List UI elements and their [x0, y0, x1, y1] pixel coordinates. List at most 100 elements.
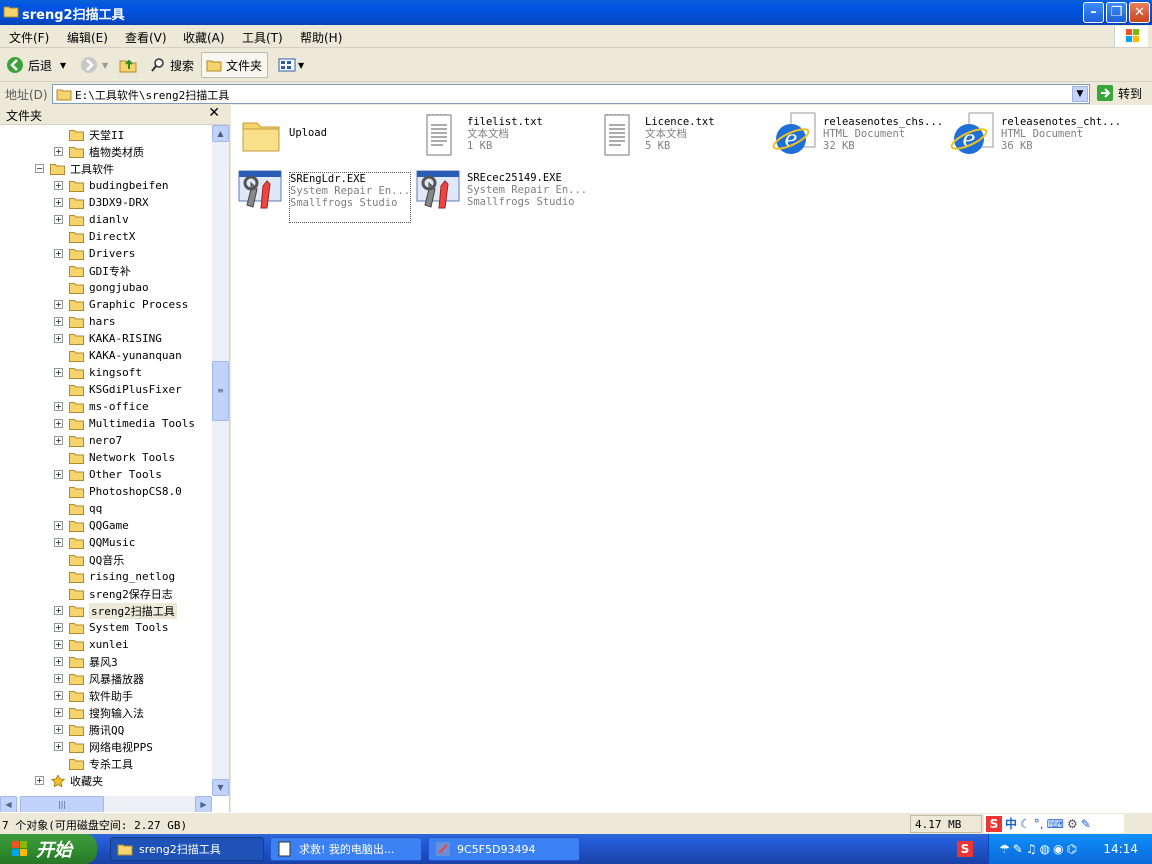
tree-item[interactable]: + KAKA-RISING: [54, 330, 162, 347]
expand-icon[interactable]: +: [54, 181, 63, 190]
tree-item[interactable]: + D3DX9-DRX: [54, 194, 149, 211]
views-button[interactable]: ▼: [278, 52, 304, 78]
back-button[interactable]: 后退 ▼: [6, 52, 66, 78]
menu-tools[interactable]: 工具(T): [242, 29, 283, 46]
tree-item[interactable]: GDI专补: [54, 262, 131, 279]
moon-icon[interactable]: ☾: [1020, 817, 1031, 831]
tree-item[interactable]: gongjubao: [54, 279, 149, 296]
tree-item[interactable]: + System Tools: [54, 619, 168, 636]
collapse-icon[interactable]: −: [35, 164, 44, 173]
minimize-button[interactable]: –: [1083, 2, 1104, 23]
file-item[interactable]: e releasenotes_cht... HTML Document 36 KB: [949, 111, 1121, 167]
sogou-tray-icon[interactable]: S: [957, 841, 973, 857]
tree-item[interactable]: + dianlv: [54, 211, 129, 228]
start-button[interactable]: 开始: [0, 834, 97, 864]
expand-icon[interactable]: +: [54, 606, 63, 615]
tree-item[interactable]: + 暴风3: [54, 653, 118, 670]
tree-item[interactable]: + QQMusic: [54, 534, 135, 551]
antivirus-icon[interactable]: ◉: [1053, 842, 1063, 856]
tree-item[interactable]: + sreng2扫描工具: [54, 602, 177, 619]
menu-file[interactable]: 文件(F): [9, 29, 49, 46]
tree-item[interactable]: + hars: [54, 313, 116, 330]
go-button[interactable]: 转到: [1096, 84, 1142, 102]
tree-item[interactable]: + 腾讯QQ: [54, 721, 124, 738]
address-dropdown-icon[interactable]: ▼: [1072, 86, 1088, 102]
scroll-right-icon[interactable]: ▶: [195, 796, 212, 813]
tree-item[interactable]: + kingsoft: [54, 364, 142, 381]
tree-item[interactable]: + 风暴播放器: [54, 670, 144, 687]
tree-item[interactable]: 专杀工具: [54, 755, 133, 772]
tree-item[interactable]: − 工具软件: [35, 160, 114, 177]
file-item[interactable]: e releasenotes_chs... HTML Document 32 KB: [771, 111, 943, 167]
device-icon[interactable]: ⌬: [1067, 842, 1077, 856]
expand-icon[interactable]: +: [54, 147, 63, 156]
close-pane-icon[interactable]: ✕: [208, 105, 220, 121]
task-program[interactable]: 9C5F5D93494: [428, 837, 580, 861]
expand-icon[interactable]: +: [54, 317, 63, 326]
close-button[interactable]: ✕: [1129, 2, 1150, 23]
expand-icon[interactable]: +: [54, 436, 63, 445]
expand-icon[interactable]: +: [54, 623, 63, 632]
tree-item[interactable]: Network Tools: [54, 449, 175, 466]
tree-item[interactable]: KAKA-yunanquan: [54, 347, 182, 364]
ime-mode[interactable]: 中: [1005, 815, 1017, 832]
expand-icon[interactable]: +: [54, 521, 63, 530]
tree-item[interactable]: 天堂II: [54, 126, 124, 143]
tree-item[interactable]: + 网络电视PPS: [54, 738, 153, 755]
file-item[interactable]: Licence.txt 文本文档 5 KB: [593, 111, 715, 167]
expand-icon[interactable]: +: [54, 691, 63, 700]
expand-icon[interactable]: +: [54, 470, 63, 479]
scroll-up-icon[interactable]: ▲: [212, 125, 229, 142]
expand-icon[interactable]: +: [54, 368, 63, 377]
folders-button[interactable]: 文件夹: [201, 52, 268, 78]
tree-item[interactable]: + 软件助手: [54, 687, 133, 704]
tree-item[interactable]: + ms-office: [54, 398, 149, 415]
ime-toolbar[interactable]: S 中 ☾ °, ⌨ ⚙ ✎: [984, 814, 1124, 833]
tree-item[interactable]: + budingbeifen: [54, 177, 168, 194]
hscroll-thumb[interactable]: |||: [20, 796, 104, 813]
menu-edit[interactable]: 编辑(E): [67, 29, 108, 46]
tree-item[interactable]: + Multimedia Tools: [54, 415, 195, 432]
expand-icon[interactable]: +: [54, 674, 63, 683]
up-folder-button[interactable]: [118, 52, 138, 78]
vertical-scrollbar[interactable]: ▲ ≡ ▼: [212, 125, 229, 796]
expand-icon[interactable]: +: [54, 249, 63, 258]
settings-icon[interactable]: ⚙: [1067, 817, 1078, 831]
expand-icon[interactable]: +: [54, 538, 63, 547]
scroll-left-icon[interactable]: ◀: [0, 796, 17, 813]
network-icon[interactable]: ☂: [999, 842, 1010, 856]
file-item[interactable]: SREngLdr.EXE System Repair En... Smallfrog…: [237, 167, 412, 223]
expand-icon[interactable]: +: [54, 334, 63, 343]
shield-icon[interactable]: ◍: [1040, 842, 1050, 856]
wrench-icon[interactable]: ✎: [1081, 817, 1091, 831]
scroll-down-icon[interactable]: ▼: [212, 779, 229, 796]
menu-favorites[interactable]: 收藏(A): [183, 29, 225, 46]
task-browser[interactable]: 求救! 我的电脑出...: [270, 837, 422, 861]
tree-item[interactable]: + xunlei: [54, 636, 129, 653]
tree-item[interactable]: + Other Tools: [54, 466, 162, 483]
horizontal-scrollbar[interactable]: ◀ ||| ▶: [0, 796, 212, 813]
tree-item[interactable]: + QQGame: [54, 517, 129, 534]
address-input[interactable]: E:\工具软件\sreng2扫描工具 ▼: [52, 84, 1090, 104]
maximize-button[interactable]: ❐: [1106, 2, 1127, 23]
tree-item[interactable]: + Drivers: [54, 245, 135, 262]
tree-item[interactable]: rising_netlog: [54, 568, 175, 585]
forward-button[interactable]: ▼: [80, 52, 108, 78]
task-explorer[interactable]: sreng2扫描工具: [110, 837, 264, 861]
tree-item[interactable]: + Graphic Process: [54, 296, 188, 313]
tree-item[interactable]: + 植物类材质: [54, 143, 144, 160]
pen-icon[interactable]: ✎: [1013, 842, 1023, 856]
expand-icon[interactable]: +: [54, 640, 63, 649]
expand-icon[interactable]: +: [54, 300, 63, 309]
expand-icon[interactable]: +: [54, 708, 63, 717]
file-item[interactable]: filelist.txt 文本文档 1 KB: [415, 111, 543, 167]
tree-item[interactable]: + nero7: [54, 432, 122, 449]
tree-item[interactable]: sreng2保存日志: [54, 585, 173, 602]
keyboard-icon[interactable]: ⌨: [1047, 817, 1064, 831]
tree-item[interactable]: + 收藏夹: [35, 772, 103, 789]
tree-item[interactable]: qq: [54, 500, 102, 517]
volume-icon[interactable]: ♫: [1026, 842, 1037, 856]
tree-item[interactable]: QQ音乐: [54, 551, 124, 568]
expand-icon[interactable]: +: [35, 776, 44, 785]
scroll-thumb[interactable]: ≡: [212, 361, 229, 421]
